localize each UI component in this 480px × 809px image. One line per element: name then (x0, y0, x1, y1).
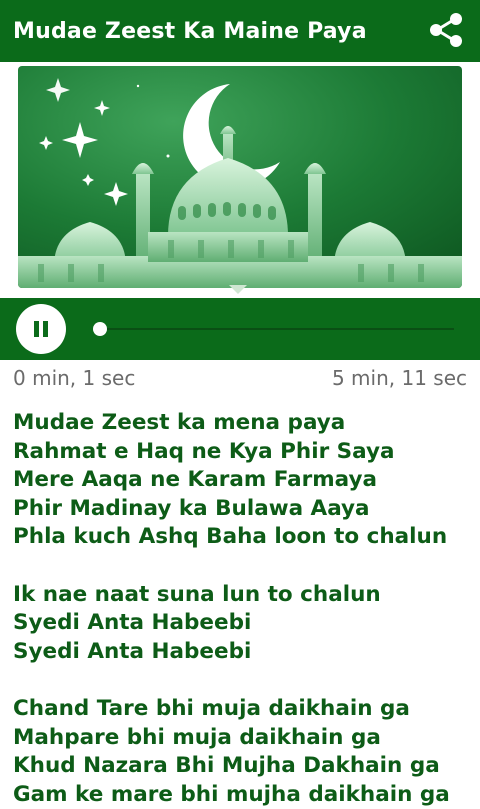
share-button[interactable] (426, 10, 466, 50)
pause-button[interactable] (16, 304, 66, 354)
lyric-line: Mere Aaqa ne Karam Farmaya (13, 467, 378, 493)
app-bar: Mudae Zeest Ka Maine Paya (0, 0, 480, 62)
banner-image (18, 66, 462, 288)
seek-bar[interactable] (99, 328, 454, 330)
lyric-line: Mudae Zeest ka mena paya (13, 410, 346, 435)
total-duration: 5 min, 11 sec (331, 366, 467, 390)
mosque-crescent-illustration (18, 66, 462, 288)
lyric-line: Mahpare bhi muja daikhain ga (13, 724, 381, 750)
lyric-line: Phla kuch Ashq Baha loon to chalun (13, 524, 448, 550)
lyric-line: Syedi Anta Habeebi (13, 610, 252, 636)
lyric-line: Syedi Anta Habeebi (13, 638, 252, 664)
lyric-line: Phir Madinay ka Bulawa Aaya (13, 495, 370, 521)
elapsed-time: 0 min, 1 sec (13, 366, 136, 390)
banner-pointer (229, 285, 247, 294)
lyric-line: Chand Tare bhi muja daikhain ga (13, 695, 410, 721)
stanza-break (13, 552, 473, 581)
pause-icon (34, 321, 48, 337)
seek-thumb[interactable] (93, 322, 108, 336)
share-icon (430, 13, 462, 47)
lyrics-text: Mudae Zeest ka mena paya Rahmat e Haq ne… (13, 409, 473, 809)
lyric-line: Gam ke mare bhi mujha daikhain ga (13, 781, 450, 807)
lyric-line: Ik nae naat suna lun to chalun (13, 581, 381, 607)
lyric-line: Khud Nazara Bhi Mujha Dakhain ga (13, 753, 440, 779)
stanza-break (13, 666, 473, 695)
app-title: Mudae Zeest Ka Maine Paya (13, 18, 367, 44)
audio-player (0, 298, 480, 360)
lyric-line: Rahmat e Haq ne Kya Phir Saya (13, 438, 395, 464)
time-row: 0 min, 1 sec 5 min, 11 sec (0, 366, 480, 394)
